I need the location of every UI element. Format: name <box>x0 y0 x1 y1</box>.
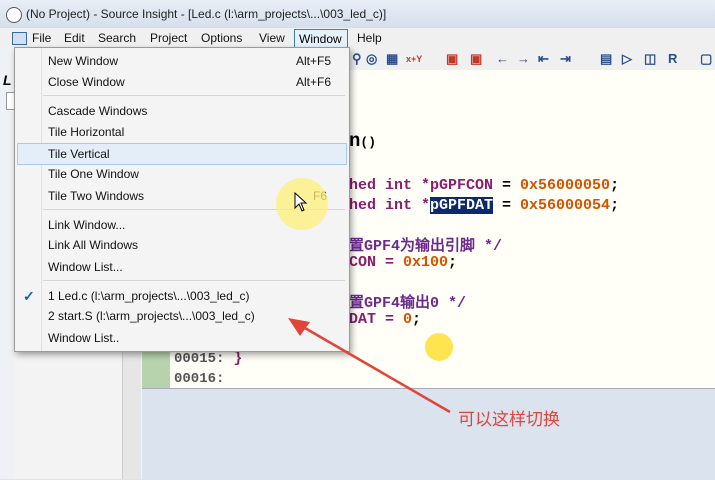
window-title: (No Project) - Source Insight - [Led.c (… <box>26 7 387 21</box>
menu-window-label: Window <box>299 32 342 46</box>
forward-arrow-icon[interactable]: → <box>517 51 530 66</box>
menu-item-window-list[interactable]: Window List... <box>48 260 123 274</box>
menu-item-close-window[interactable]: Close Window <box>48 75 125 89</box>
binoculars-icon[interactable]: ◎ <box>366 51 377 67</box>
toolbar: ⚲ ◎ ▦ x+Y ▣ ▣ ← → ⇤ ⇥ ▤ ▷ ◫ R ▢ <box>350 48 715 71</box>
menu-window[interactable]: Window <box>294 29 348 48</box>
symbol-pane-scrollbar[interactable] <box>122 350 141 479</box>
symbol-pane-strip <box>0 48 14 479</box>
menu-item-link-window[interactable]: Link Window... <box>48 218 125 232</box>
code-func-name: n() <box>349 130 377 152</box>
jump-next-icon[interactable]: ⇥ <box>560 51 571 67</box>
menu-options[interactable]: Options <box>201 31 242 45</box>
menu-help[interactable]: Help <box>357 31 382 45</box>
document-menu-icon[interactable] <box>12 32 27 45</box>
selected-text: pGPFDAT <box>430 197 494 214</box>
app-logo-icon <box>6 7 22 23</box>
title-bar: (No Project) - Source Insight - [Led.c (… <box>0 0 715 28</box>
code-comment-2: 置GPF4输出0 */ <box>349 295 467 312</box>
checkmark-icon: ✓ <box>23 288 35 304</box>
symbol-pane-label: L <box>3 72 12 88</box>
menu-project[interactable]: Project <box>150 31 187 45</box>
code-assign-1: CON = 0x100; <box>349 254 458 271</box>
back-arrow-icon[interactable]: ← <box>496 51 509 66</box>
annotation-text: 可以这样切换 <box>458 410 560 429</box>
code-line-gpfcon: hed int *pGPFCON = 0x56000050; <box>349 177 620 194</box>
lookup-icon[interactable]: ▤ <box>600 51 612 67</box>
menu-item-tile-two-windows[interactable]: Tile Two Windows <box>48 189 144 203</box>
relation-icon[interactable]: R <box>668 51 677 66</box>
book-icon[interactable]: ◫ <box>644 51 656 67</box>
bookmark-icon[interactable]: ▣ <box>446 51 458 67</box>
menu-item-link-all-windows[interactable]: Link All Windows <box>48 238 138 252</box>
menu-item-new-window[interactable]: New Window <box>48 54 118 68</box>
menu-file[interactable]: File <box>32 31 51 45</box>
mouse-pointer-icon <box>294 191 308 215</box>
code-line-15: 00015: } <box>174 350 243 367</box>
annotation-arrow-icon <box>288 318 451 414</box>
menu-search[interactable]: Search <box>98 31 136 45</box>
jump-prev-icon[interactable]: ⇤ <box>538 51 549 67</box>
menu-item-cascade-windows[interactable]: Cascade Windows <box>48 104 147 118</box>
menu-item-window-start-s[interactable]: 2 start.S (l:\arm_projects\...\003_led_c… <box>48 309 255 323</box>
menu-item-tile-horizontal[interactable]: Tile Horizontal <box>48 125 124 139</box>
shortcut-close-window: Alt+F6 <box>295 75 331 89</box>
menu-item-window-led-c[interactable]: 1 Led.c (l:\arm_projects\...\003_led_c) <box>48 289 249 303</box>
menu-item-tile-one-window[interactable]: Tile One Window <box>48 167 139 181</box>
find-icon[interactable]: ⚲ <box>352 51 362 67</box>
code-comment-1: 置GPF4为输出引脚 */ <box>349 238 503 255</box>
window-icon[interactable]: ▢ <box>700 51 712 67</box>
cross-ref-icon[interactable]: x+Y <box>406 54 422 64</box>
menu-item-window-list-2[interactable]: Window List.. <box>48 331 119 345</box>
shortcut-new-window: Alt+F5 <box>295 54 331 68</box>
menu-separator <box>43 280 345 281</box>
menu-view[interactable]: View <box>259 31 285 45</box>
menu-bar: File Edit Search Project Options View Wi… <box>0 28 715 49</box>
menu-separator <box>43 95 345 96</box>
replace-icon[interactable]: ▦ <box>386 51 398 67</box>
bookmark-next-icon[interactable]: ▣ <box>470 51 482 67</box>
menu-edit[interactable]: Edit <box>64 31 85 45</box>
info-icon[interactable]: ▷ <box>622 51 632 67</box>
code-line-gpfdat: hed int *pGPFDAT = 0x56000054; <box>349 197 620 214</box>
code-line-16: 00016: <box>174 371 225 387</box>
menu-item-tile-vertical[interactable]: Tile Vertical <box>48 147 110 161</box>
menu-icon-strip <box>15 48 42 351</box>
